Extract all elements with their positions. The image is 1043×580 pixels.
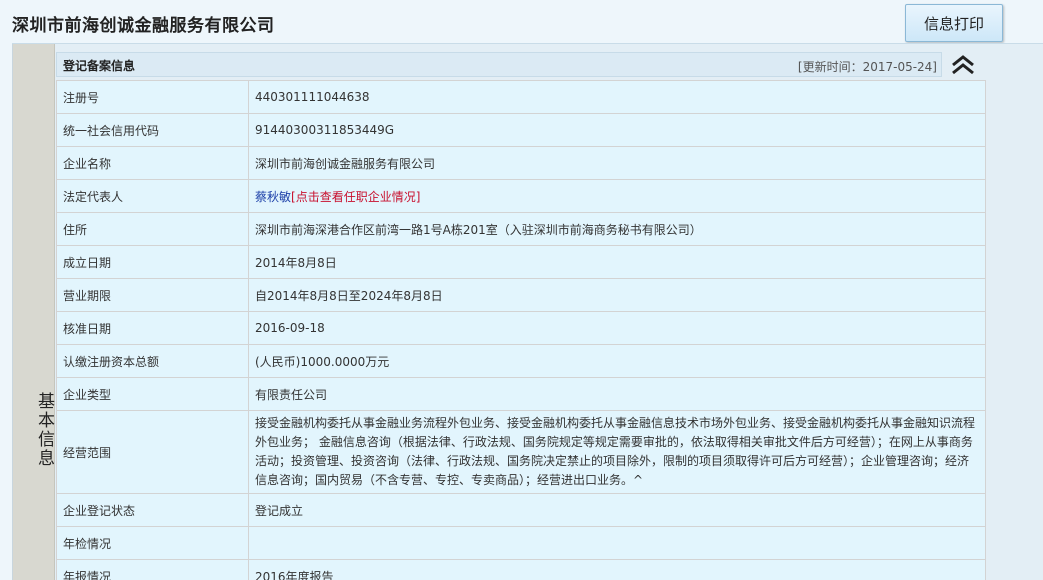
table-row-annual-report: 年报情况 2016年度报告: [56, 559, 986, 580]
row-label: 年检情况: [56, 526, 249, 560]
row-value: 深圳市前海深港合作区前湾一路1号A栋201室（入驻深圳市前海商务秘书有限公司）: [248, 212, 986, 246]
row-label: 认缴注册资本总额: [56, 344, 249, 378]
row-value: 蔡秋敏[点击查看任职企业情况]: [248, 179, 986, 213]
row-label: 年报情况: [56, 559, 249, 580]
legal-rep-name-link[interactable]: 蔡秋敏: [255, 190, 291, 204]
row-label: 营业期限: [56, 278, 249, 312]
row-label: 核准日期: [56, 311, 249, 345]
update-time: [更新时间：2017-05-24]: [797, 60, 937, 74]
table-row-term: 营业期限 自2014年8月8日至2024年8月8日: [56, 278, 986, 312]
row-value: 91440300311853449G: [248, 113, 986, 147]
table-row-status: 企业登记状态 登记成立: [56, 493, 986, 527]
table-row-credit-code: 统一社会信用代码 91440300311853449G: [56, 113, 986, 147]
section-title: 登记备案信息: [63, 59, 136, 73]
print-button[interactable]: 信息打印: [905, 4, 1003, 42]
table-row-reg-no: 注册号 440301111044638: [56, 80, 986, 114]
row-value: 接受金融机构委托从事金融业务流程外包业务、接受金融机构委托从事金融信息技术市场外…: [248, 410, 986, 494]
table-row-legal-rep: 法定代表人 蔡秋敏[点击查看任职企业情况]: [56, 179, 986, 213]
table-row-annual-inspection: 年检情况: [56, 526, 986, 560]
row-label: 企业类型: [56, 377, 249, 411]
table-row-business-scope: 经营范围 接受金融机构委托从事金融业务流程外包业务、接受金融机构委托从事金融信息…: [56, 410, 986, 494]
registration-info-table: 注册号 440301111044638 统一社会信用代码 91440300311…: [56, 80, 986, 580]
table-row-company-name: 企业名称 深圳市前海创诚金融服务有限公司: [56, 146, 986, 180]
double-chevron-up-icon: [952, 55, 974, 75]
table-row-company-type: 企业类型 有限责任公司: [56, 377, 986, 411]
row-value: 2016-09-18: [248, 311, 986, 345]
row-value: 2016年度报告: [248, 559, 986, 580]
row-label: 成立日期: [56, 245, 249, 279]
table-row-approval-date: 核准日期 2016-09-18: [56, 311, 986, 345]
row-value: 深圳市前海创诚金融服务有限公司: [248, 146, 986, 180]
row-value: 440301111044638: [248, 80, 986, 114]
row-label: 企业名称: [56, 146, 249, 180]
row-label: 住所: [56, 212, 249, 246]
row-value: 2014年8月8日: [248, 245, 986, 279]
table-row-address: 住所 深圳市前海深港合作区前湾一路1号A栋201室（入驻深圳市前海商务秘书有限公…: [56, 212, 986, 246]
row-label: 经营范围: [56, 410, 249, 494]
side-tab-basic-info[interactable]: [13, 44, 55, 580]
row-label: 统一社会信用代码: [56, 113, 249, 147]
side-tab-label: 基本信息: [34, 392, 54, 468]
view-enterprises-link[interactable]: [点击查看任职企业情况]: [291, 190, 420, 204]
row-value: 有限责任公司: [248, 377, 986, 411]
row-label: 注册号: [56, 80, 249, 114]
row-value: 登记成立: [248, 493, 986, 527]
company-title: 深圳市前海创诚金融服务有限公司: [12, 16, 275, 36]
row-value: [248, 526, 986, 560]
row-value: (人民币)1000.0000万元: [248, 344, 986, 378]
table-row-capital: 认缴注册资本总额 (人民币)1000.0000万元: [56, 344, 986, 378]
row-label: 企业登记状态: [56, 493, 249, 527]
row-value: 自2014年8月8日至2024年8月8日: [248, 278, 986, 312]
collapse-button[interactable]: [944, 50, 982, 78]
section-header: 登记备案信息 [更新时间：2017-05-24]: [56, 52, 942, 77]
table-row-founded: 成立日期 2014年8月8日: [56, 245, 986, 279]
row-label: 法定代表人: [56, 179, 249, 213]
